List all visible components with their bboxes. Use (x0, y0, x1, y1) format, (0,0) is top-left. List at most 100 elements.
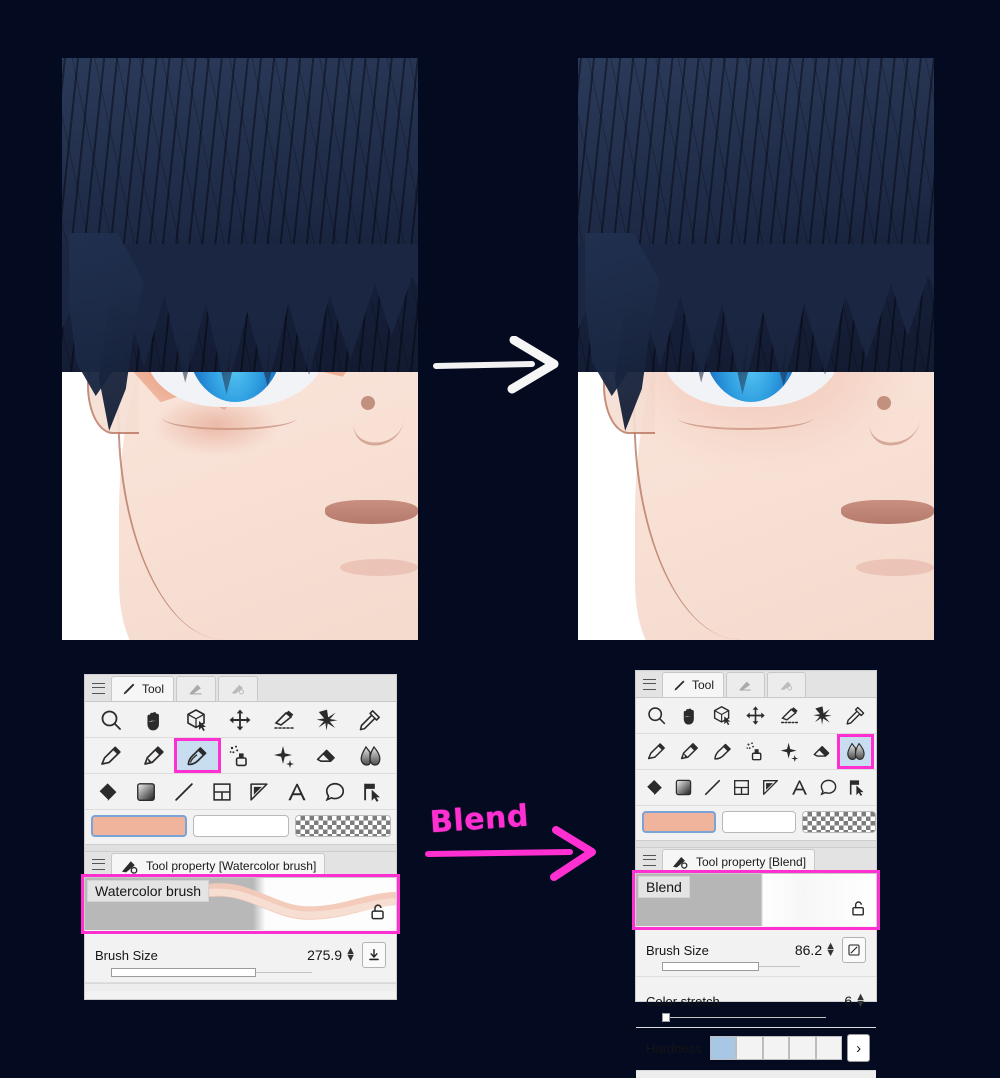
brush-size-value: 86.2 (794, 942, 823, 958)
unlocked-padlock-icon[interactable] (368, 902, 388, 922)
hardness-option-1[interactable] (709, 1036, 737, 1060)
eraser-tool[interactable] (806, 736, 839, 767)
tab-brush-detail[interactable] (767, 672, 807, 697)
left-tool-property-tabbar: Tool property [Watercolor brush] (85, 852, 396, 878)
balloon-tool[interactable] (814, 772, 843, 803)
move-canvas-tool[interactable] (132, 704, 175, 735)
hardness-option-4[interactable] (789, 1036, 816, 1060)
zoom-tool[interactable] (89, 704, 132, 735)
auto-select-tool[interactable] (305, 704, 348, 735)
speech-balloon-icon (325, 782, 345, 801)
ruler-tool[interactable] (241, 776, 279, 807)
brush-tool[interactable] (706, 736, 739, 767)
transparent-swatch[interactable] (295, 815, 391, 837)
tab-sub-tool[interactable] (726, 672, 766, 697)
sparkle-star-icon (813, 706, 832, 725)
eyedropper-tool[interactable] (349, 704, 392, 735)
object-tool[interactable] (843, 772, 872, 803)
move-tool[interactable] (739, 700, 772, 731)
tab-tool-label: Tool (692, 678, 715, 692)
balloon-tool[interactable] (316, 776, 354, 807)
text-tool[interactable] (278, 776, 316, 807)
updown-spinner-icon[interactable]: ▲ ▼ (855, 992, 866, 1010)
row-brush-size[interactable]: Brush Size 86.2 ▲ ▼ (636, 926, 876, 977)
airbrush-tool[interactable] (739, 736, 772, 767)
tab-tool-property[interactable]: Tool property [Blend] (662, 849, 816, 873)
eraser-tool[interactable] (305, 740, 348, 771)
main-color-swatch[interactable] (642, 811, 716, 833)
main-color-swatch[interactable] (91, 815, 187, 837)
chevron-right-icon[interactable]: › (847, 1034, 870, 1062)
download-arrow-icon[interactable] (362, 942, 386, 968)
row-hardness: Hardness › (636, 1028, 876, 1070)
brush-tool[interactable] (173, 738, 221, 773)
move-layer-tool[interactable] (773, 700, 806, 731)
ruler-tool[interactable] (756, 772, 785, 803)
blend-preview[interactable]: Blend (636, 874, 876, 926)
hardness-option-2[interactable] (736, 1036, 763, 1060)
tab-tool[interactable]: Tool (111, 676, 175, 701)
hamburger-icon[interactable] (85, 851, 111, 877)
brush-preview-name: Watercolor brush (87, 880, 210, 902)
frame-border-tool[interactable] (203, 776, 241, 807)
canvas-root: Blend Tool Tool property [Watercolor bru… (0, 0, 1000, 1078)
tab-sub-tool[interactable] (176, 676, 217, 701)
zoom-tool[interactable] (640, 700, 673, 731)
figure-tool[interactable] (165, 776, 203, 807)
object-tool[interactable] (354, 776, 392, 807)
fill-tool[interactable] (89, 776, 127, 807)
hardness-option-3[interactable] (762, 1036, 790, 1060)
before-blend-artwork (62, 58, 418, 640)
pen-tool[interactable] (640, 736, 673, 767)
pen-tool[interactable] (89, 740, 132, 771)
hardness-label: Hardness (646, 1040, 702, 1056)
hamburger-icon[interactable] (636, 847, 662, 873)
fill-tool[interactable] (640, 772, 669, 803)
decoration-tool[interactable] (262, 740, 305, 771)
move-canvas-tool[interactable] (673, 700, 706, 731)
frame-border-tool[interactable] (727, 772, 756, 803)
pencil-tool[interactable] (132, 740, 175, 771)
ruler-triangle-icon (250, 782, 269, 801)
tab-brush-detail[interactable] (218, 676, 259, 701)
hamburger-icon[interactable] (636, 671, 662, 697)
text-tool[interactable] (785, 772, 814, 803)
brush-size-value: 275.9 (307, 947, 343, 963)
sub-color-swatch[interactable] (722, 811, 796, 833)
auto-select-tool[interactable] (806, 700, 839, 731)
decoration-tool[interactable] (773, 736, 806, 767)
figure-tool[interactable] (698, 772, 727, 803)
cube-cursor-icon (187, 708, 207, 731)
row-color-stretch[interactable]: Color stretch 6 ▲ ▼ (636, 977, 876, 1028)
sub-color-swatch[interactable] (193, 815, 289, 837)
tab-tool[interactable]: Tool (662, 672, 725, 697)
updown-spinner-icon[interactable]: ▲ ▼ (825, 941, 836, 959)
hamburger-icon[interactable] (85, 675, 111, 701)
brush-preview[interactable]: Watercolor brush (85, 878, 396, 930)
blend-tool[interactable] (349, 740, 392, 771)
row-brush-size[interactable]: Brush Size 275.9 ▲ ▼ (85, 930, 396, 983)
left-tool-row-3 (85, 774, 396, 810)
right-color-swatches (636, 806, 876, 840)
tab-tool-property[interactable]: Tool property [Watercolor brush] (111, 853, 326, 877)
gradient-tool[interactable] (127, 776, 165, 807)
updown-spinner-icon[interactable]: ▲ ▼ (345, 946, 356, 964)
after-blend-artwork (578, 58, 934, 640)
move-layer-tool[interactable] (262, 704, 305, 735)
rotate-3d-tool[interactable] (706, 700, 739, 731)
pencil-tool[interactable] (673, 736, 706, 767)
blend-tool[interactable] (836, 734, 874, 769)
gradient-tool[interactable] (669, 772, 698, 803)
brush-size-slider[interactable] (111, 968, 312, 977)
hardness-option-5[interactable] (815, 1036, 843, 1060)
no-pressure-icon[interactable] (842, 937, 866, 963)
move-tool[interactable] (219, 704, 262, 735)
eyedropper-tool[interactable] (839, 700, 872, 731)
color-stretch-slider[interactable] (662, 1013, 826, 1022)
airbrush-icon (746, 742, 762, 761)
unlocked-padlock-icon[interactable] (849, 899, 868, 918)
airbrush-tool[interactable] (219, 740, 262, 771)
brush-size-slider[interactable] (662, 962, 800, 971)
transparent-swatch[interactable] (802, 811, 876, 833)
rotate-3d-tool[interactable] (176, 704, 219, 735)
